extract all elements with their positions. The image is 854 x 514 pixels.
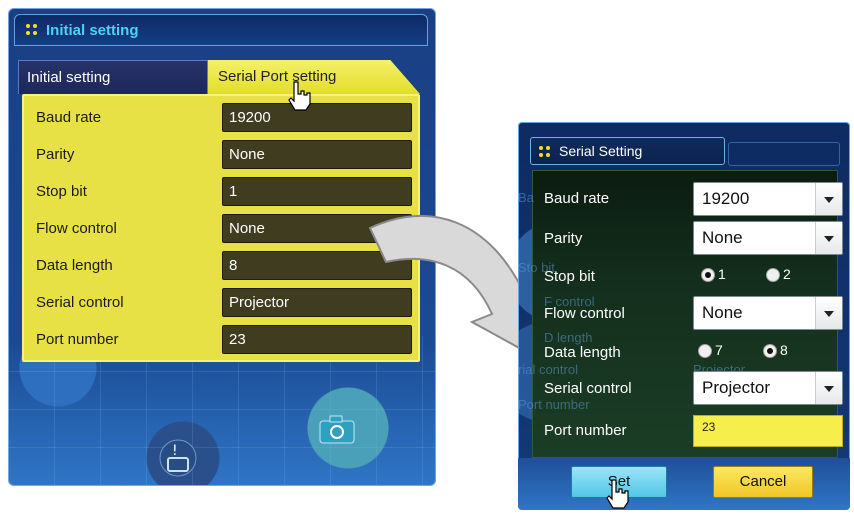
parity-select[interactable]: None (693, 221, 843, 255)
title-tail-decoration (728, 142, 840, 166)
dialog-title: Serial Setting (559, 143, 643, 159)
row-port-number: Port number 23 (24, 324, 418, 356)
stop-bit-option-2: 2 (783, 266, 791, 282)
baud-rate-select[interactable]: 19200 (693, 182, 843, 216)
label-stop-bit: Stop bit (544, 268, 595, 285)
data-length-option-7: 7 (715, 342, 723, 358)
ghost-text-port: Port number (518, 397, 590, 412)
chevron-down-icon[interactable] (815, 297, 842, 329)
svg-text:!: ! (172, 443, 178, 459)
serial-control-select[interactable]: Projector (693, 371, 843, 405)
ghost-text-serial: rial control (518, 362, 578, 377)
ghost-text-baud: Ba (518, 190, 534, 205)
flow-control-select[interactable]: None (693, 296, 843, 330)
camera-icon (319, 415, 355, 444)
label-baud-rate: Baud rate (544, 190, 610, 207)
chevron-down-icon[interactable] (815, 183, 842, 215)
panel-title: Initial setting (46, 22, 139, 39)
panel-title-bar: Initial setting (14, 14, 428, 46)
baud-rate-value: 19200 (702, 189, 750, 208)
label-port-number: Port number (544, 422, 627, 439)
row-data-length: Data length 8 (24, 250, 418, 282)
data-length-option-8: 8 (780, 342, 788, 358)
ghost-text-data: D length (544, 330, 593, 345)
stop-bit-radio-1[interactable] (701, 268, 715, 282)
hand-pointer-icon (288, 81, 311, 111)
row-flow-control: Flow control None (24, 213, 418, 245)
tab-serial-port-setting[interactable]: Serial Port setting (208, 60, 420, 94)
label-flow-control: Flow control (36, 220, 117, 237)
cancel-button[interactable]: Cancel (713, 466, 813, 498)
dialog-title-bar: Serial Setting (530, 137, 725, 165)
row-baud-rate: Baud rate 19200 (24, 102, 418, 134)
grid-dots-icon (26, 24, 38, 36)
label-parity: Parity (36, 146, 75, 163)
label-baud-rate: Baud rate (36, 109, 102, 126)
hand-pointer-icon (606, 479, 629, 509)
stop-bit-option-1: 1 (718, 266, 726, 282)
label-serial-control: Serial control (544, 380, 632, 397)
label-port-number: Port number (36, 331, 119, 348)
tab-initial-setting[interactable]: Initial setting (18, 60, 208, 94)
warning-camera-icon: ! (159, 439, 197, 477)
flow-control-value: None (702, 303, 743, 322)
row-parity: Parity None (24, 139, 418, 171)
grid-dots-icon (539, 146, 551, 158)
label-stop-bit: Stop bit (36, 183, 87, 200)
label-parity: Parity (544, 230, 583, 247)
label-data-length: Data length (36, 257, 113, 274)
serial-control-value: Projector (702, 378, 771, 397)
data-length-radio-8[interactable] (763, 344, 777, 358)
data-length-radio-7[interactable] (698, 344, 712, 358)
label-data-length: Data length (544, 344, 621, 361)
value-baud-rate: 19200 (222, 103, 412, 132)
row-stop-bit: Stop bit 1 (24, 176, 418, 208)
row-serial-control: Serial control Projector (24, 287, 418, 319)
chevron-down-icon[interactable] (815, 222, 842, 254)
label-serial-control: Serial control (36, 294, 124, 311)
parity-value: None (702, 228, 743, 247)
stop-bit-radio-2[interactable] (766, 268, 780, 282)
serial-setting-dialog: Serial Setting Ba Sto bit F control D le… (518, 122, 850, 510)
port-number-input[interactable]: 23 (693, 415, 843, 447)
label-flow-control: Flow control (544, 305, 625, 322)
chevron-down-icon[interactable] (815, 372, 842, 404)
value-parity: None (222, 140, 412, 169)
